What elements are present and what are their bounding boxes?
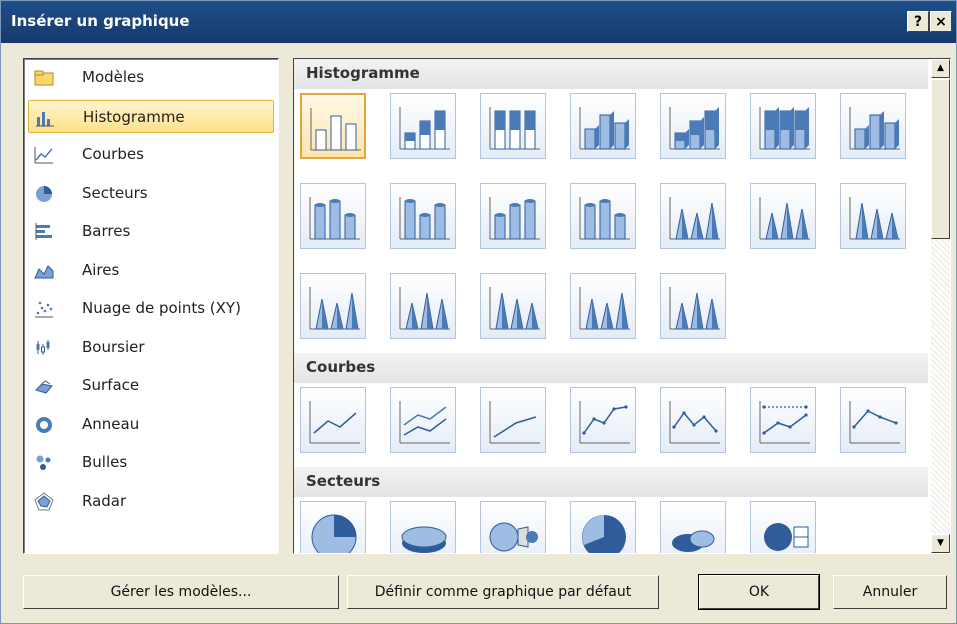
scroll-thumb[interactable] xyxy=(931,79,950,239)
category-item-radar[interactable]: Radar xyxy=(28,485,274,518)
scroll-up-button[interactable]: ▲ xyxy=(931,59,950,78)
chart-subtype-thumbnail[interactable] xyxy=(660,93,726,159)
scatter-chart-icon xyxy=(34,299,54,318)
bubble-chart-icon xyxy=(34,453,54,472)
chart-subtype-thumbnail[interactable] xyxy=(570,183,636,249)
bar-chart-icon xyxy=(34,222,54,241)
surface-chart-icon xyxy=(34,376,54,395)
category-label: Radar xyxy=(82,491,127,510)
chart-subtype-thumbnail[interactable] xyxy=(570,501,636,553)
category-item-mod-les[interactable]: Modèles xyxy=(28,61,274,94)
chart-subtype-thumbnail[interactable] xyxy=(660,273,726,339)
chart-subtype-thumbnail[interactable] xyxy=(390,183,456,249)
doughnut-chart-icon xyxy=(34,415,54,434)
category-item-bulles[interactable]: Bulles xyxy=(28,446,274,479)
vertical-scrollbar[interactable]: ▲ ▼ xyxy=(931,59,950,553)
category-label: Barres xyxy=(82,222,131,240)
category-label: Bulles xyxy=(82,453,128,471)
chart-subtype-thumbnail[interactable] xyxy=(300,501,366,553)
chart-subtype-thumbnail[interactable] xyxy=(750,93,816,159)
chart-subtype-thumbnail[interactable] xyxy=(660,183,726,249)
chart-subtype-thumbnail[interactable] xyxy=(750,183,816,249)
chart-subtype-thumbnail[interactable] xyxy=(300,387,366,453)
manage-templates-button[interactable]: Gérer les modèles... xyxy=(23,575,339,609)
dialog-body: Modèles Histogramme Courbes Secteurs Barres A… xyxy=(7,43,951,619)
category-label: Secteurs xyxy=(82,183,148,202)
insert-chart-dialog: Insérer un graphique ? × Modèles Histogra… xyxy=(0,0,957,624)
gallery-section-header: Courbes xyxy=(294,353,928,383)
category-item-aires[interactable]: Aires xyxy=(28,254,274,287)
chart-subtype-thumbnail[interactable] xyxy=(300,273,366,339)
chart-subtype-thumbnail[interactable] xyxy=(480,93,546,159)
category-item-secteurs[interactable]: Secteurs xyxy=(28,177,274,210)
category-item-histogramme[interactable]: Histogramme xyxy=(28,99,274,133)
category-item-boursier[interactable]: Boursier xyxy=(28,331,274,364)
chart-subtype-thumbnail[interactable] xyxy=(480,273,546,339)
chart-subtype-thumbnail[interactable] xyxy=(750,387,816,453)
chart-subtype-thumbnail[interactable] xyxy=(750,501,816,553)
line-chart-icon xyxy=(34,145,54,164)
chart-subtype-gallery: ▲ ▼ Histogramme Courbes Secteurs xyxy=(293,58,951,554)
chart-subtype-thumbnail[interactable] xyxy=(480,501,546,553)
chart-subtype-thumbnail[interactable] xyxy=(390,501,456,553)
gallery-section-header: Histogramme xyxy=(294,59,928,89)
section-label: Secteurs xyxy=(306,472,381,490)
area-chart-icon xyxy=(34,261,54,280)
close-button[interactable]: × xyxy=(930,11,952,32)
chart-subtype-thumbnail[interactable] xyxy=(390,387,456,453)
chart-subtype-thumbnail[interactable] xyxy=(840,387,906,453)
chart-subtype-thumbnail[interactable] xyxy=(660,387,726,453)
chart-subtype-thumbnail[interactable] xyxy=(300,93,366,159)
category-item-anneau[interactable]: Anneau xyxy=(28,408,274,441)
category-label: Modèles xyxy=(82,68,145,86)
chart-subtype-thumbnail[interactable] xyxy=(570,93,636,159)
chart-subtype-thumbnail[interactable] xyxy=(660,501,726,553)
radar-chart-icon xyxy=(34,491,54,511)
chart-subtype-thumbnail[interactable] xyxy=(480,387,546,453)
dialog-title: Insérer un graphique xyxy=(11,12,190,30)
pie-chart-icon xyxy=(34,184,54,203)
chart-subtype-thumbnail[interactable] xyxy=(480,183,546,249)
cancel-button[interactable]: Annuler xyxy=(833,575,947,609)
chart-category-list: Modèles Histogramme Courbes Secteurs Barres A… xyxy=(23,58,279,554)
chart-subtype-thumbnail[interactable] xyxy=(840,183,906,249)
category-item-courbes[interactable]: Courbes xyxy=(28,138,274,171)
chart-subtype-thumbnail[interactable] xyxy=(390,93,456,159)
section-label: Courbes xyxy=(306,358,376,376)
category-label: Aires xyxy=(82,260,120,279)
stock-chart-icon xyxy=(34,338,54,357)
chart-subtype-thumbnail[interactable] xyxy=(840,93,906,159)
category-item-nuage-de-points-xy[interactable]: Nuage de points (XY) xyxy=(28,292,274,325)
set-default-chart-button[interactable]: Définir comme graphique par défaut xyxy=(347,575,659,609)
category-item-barres[interactable]: Barres xyxy=(28,215,274,248)
category-label: Nuage de points (XY) xyxy=(82,299,241,317)
category-label: Surface xyxy=(82,376,140,394)
chart-subtype-thumbnail[interactable] xyxy=(570,273,636,339)
chart-subtype-thumbnail[interactable] xyxy=(390,273,456,339)
category-label: Boursier xyxy=(82,337,145,356)
category-label: Courbes xyxy=(82,145,144,163)
category-item-surface[interactable]: Surface xyxy=(28,369,274,402)
chart-subtype-thumbnail[interactable] xyxy=(570,387,636,453)
chart-subtype-thumbnail[interactable] xyxy=(300,183,366,249)
section-label: Histogramme xyxy=(306,64,420,82)
column-chart-icon xyxy=(35,108,55,127)
category-label: Anneau xyxy=(82,414,140,433)
category-label: Histogramme xyxy=(83,107,185,126)
gallery-section-header: Secteurs xyxy=(294,467,928,497)
title-bar[interactable]: Insérer un graphique ? × xyxy=(1,1,956,43)
help-button[interactable]: ? xyxy=(907,11,929,32)
folder-icon xyxy=(34,68,54,87)
scroll-down-button[interactable]: ▼ xyxy=(931,534,950,553)
ok-button[interactable]: OK xyxy=(699,575,819,609)
